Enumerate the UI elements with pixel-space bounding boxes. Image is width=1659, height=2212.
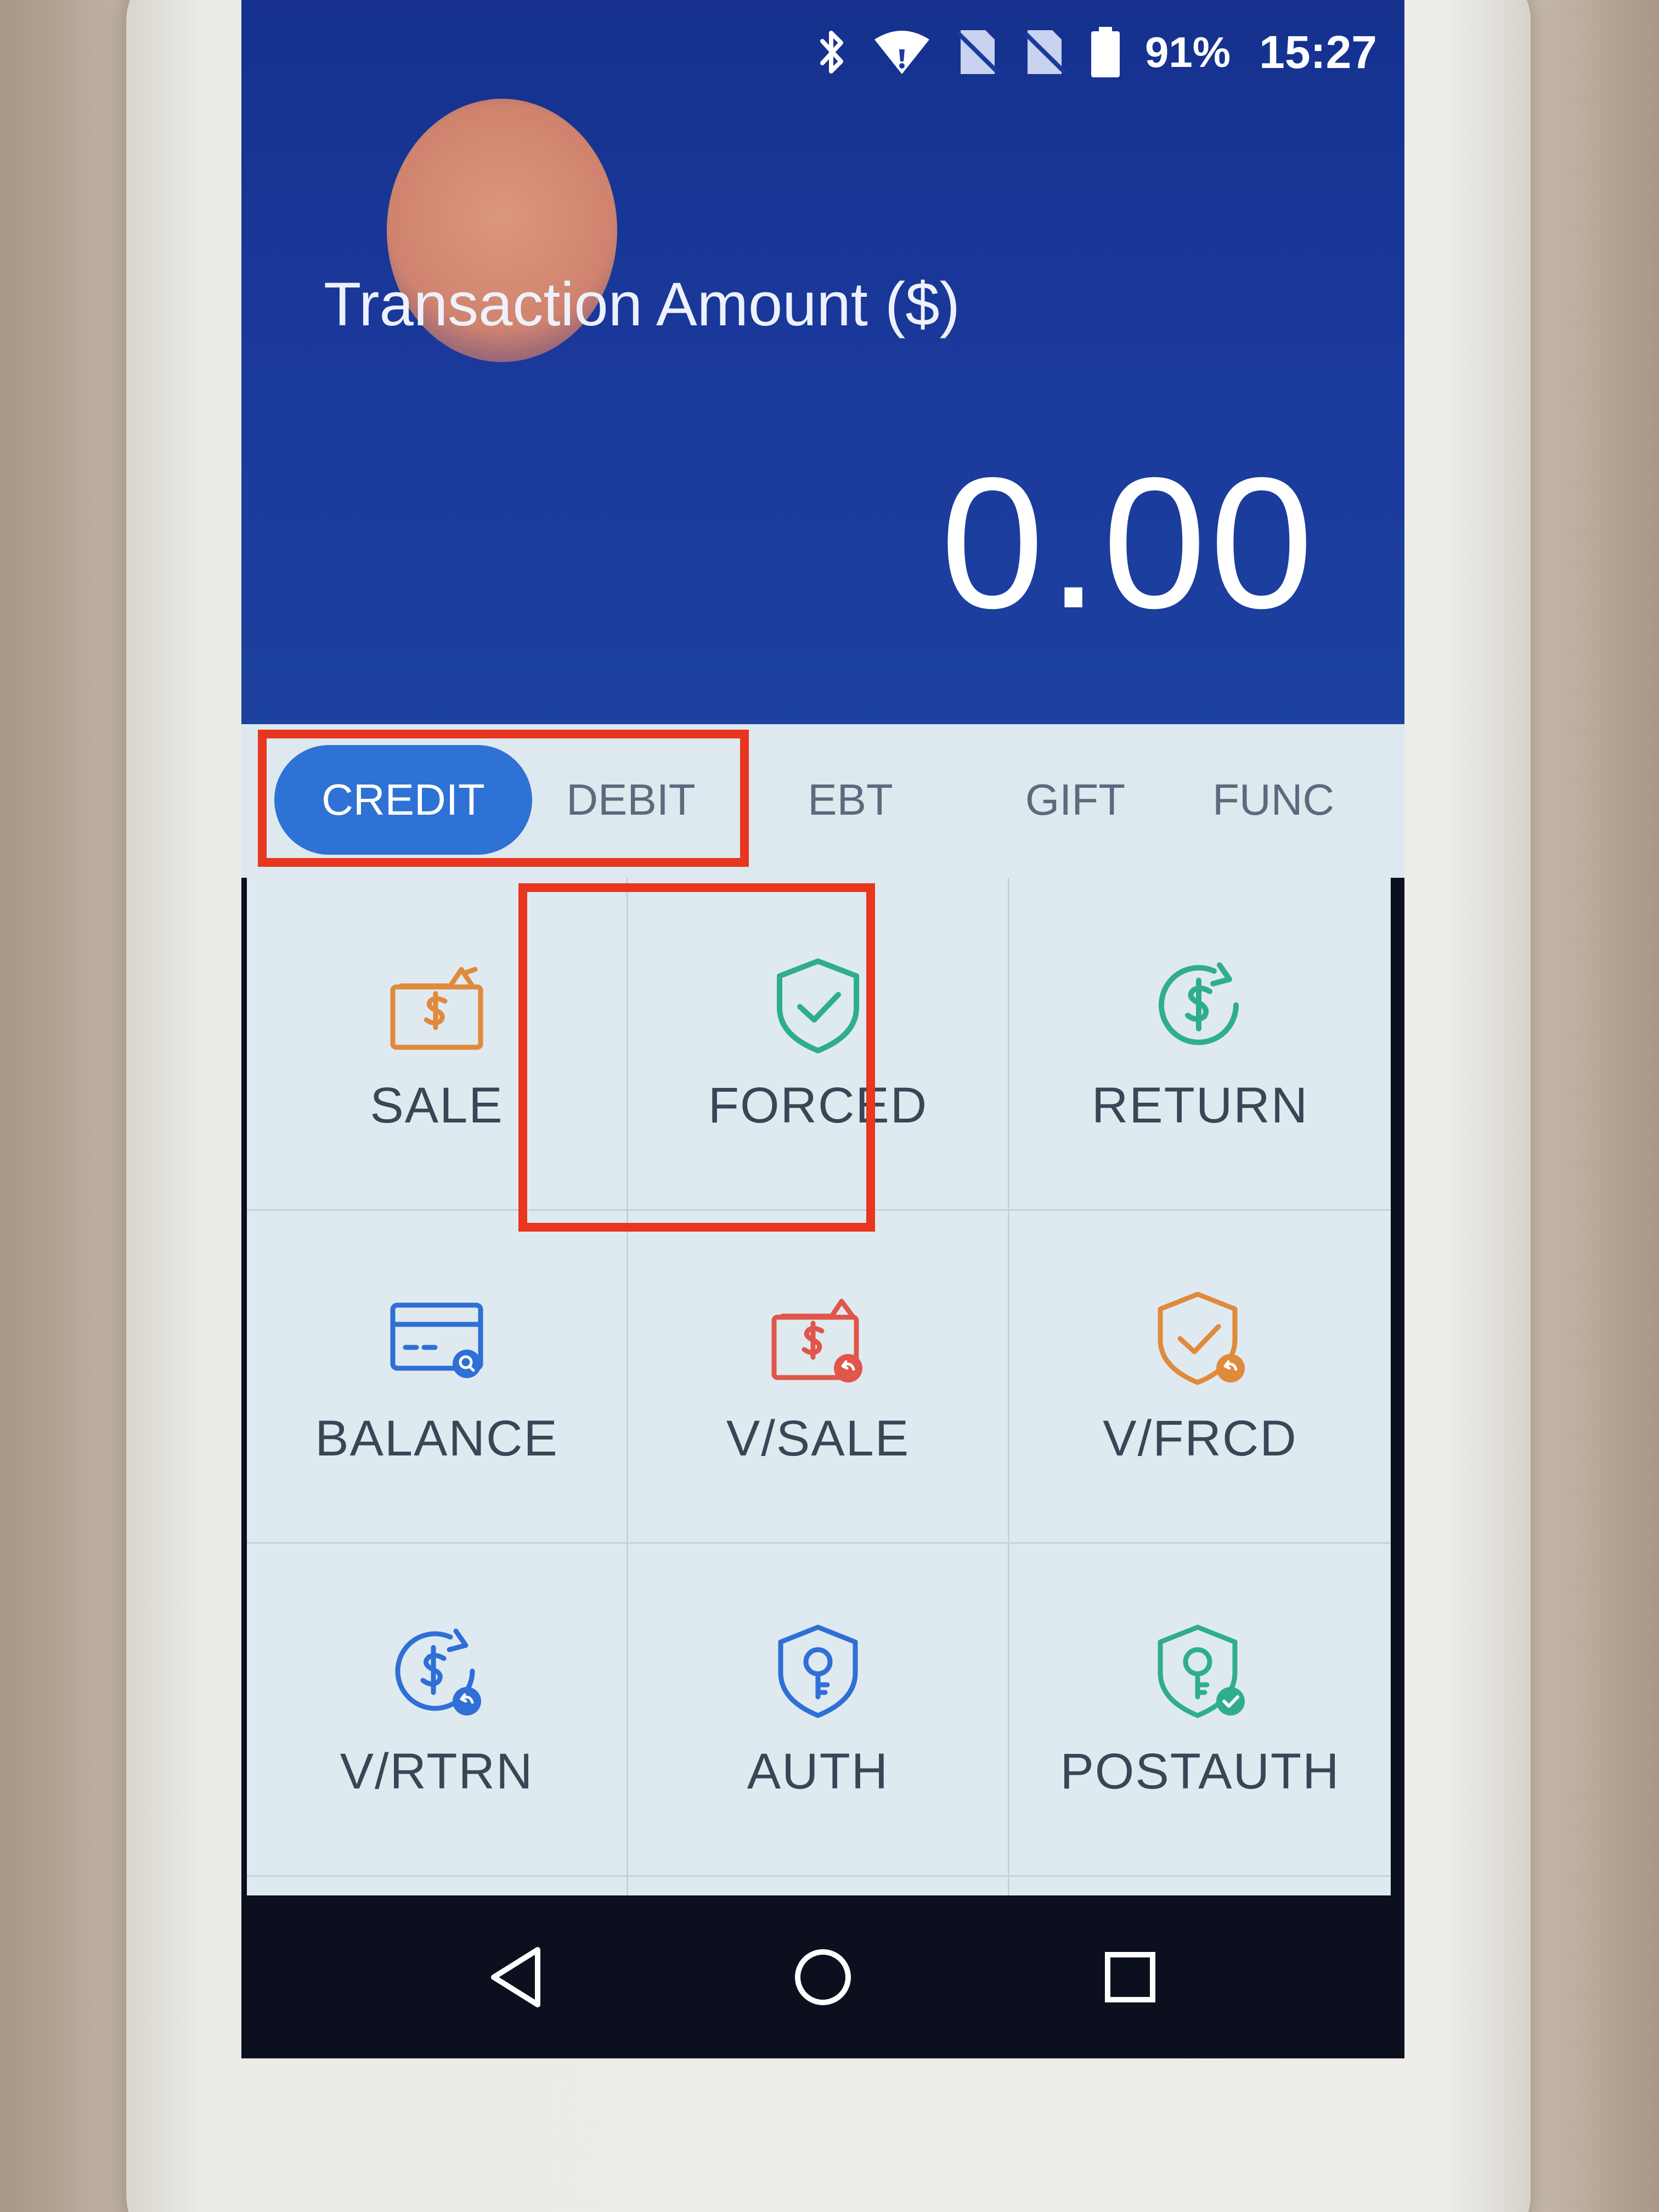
balance-label: BALANCE	[315, 1410, 558, 1466]
tab-func[interactable]: FUNC	[1212, 745, 1404, 855]
grid-overflow-cell	[628, 1877, 1009, 1895]
shield-key-icon	[766, 1619, 870, 1723]
amount-value[interactable]: 0.00	[940, 450, 1317, 636]
void-return-label: V/RTRN	[340, 1743, 534, 1799]
amount-header: 91% 15:27 Transaction Amount ($) 0.00	[241, 0, 1404, 724]
void-return-button[interactable]: V/RTRN	[247, 1544, 628, 1877]
wifi-icon	[872, 27, 932, 77]
void-forced-label: V/FRCD	[1103, 1410, 1297, 1466]
shield-void-icon	[1148, 1286, 1252, 1390]
grid-overflow-cell	[247, 1877, 628, 1895]
clock: 15:27	[1259, 26, 1377, 78]
bluetooth-icon	[816, 27, 849, 77]
back-icon[interactable]	[472, 1933, 560, 2021]
void-sale-button[interactable]: V/SALE	[628, 1211, 1009, 1544]
dollar-void-icon	[385, 1619, 489, 1723]
android-nav-bar	[241, 1895, 1404, 2058]
status-bar: 91% 15:27	[816, 22, 1377, 82]
battery-icon	[1089, 26, 1122, 78]
highlight-box-sale	[518, 883, 875, 1232]
balance-button[interactable]: BALANCE	[247, 1211, 628, 1544]
postauth-label: POSTAUTH	[1060, 1743, 1340, 1799]
highlight-box-tabs	[258, 730, 749, 867]
auth-label: AUTH	[747, 1743, 889, 1799]
wallet-void-icon	[766, 1286, 870, 1390]
battery-percent: 91%	[1145, 27, 1231, 76]
tab-ebt[interactable]: EBT	[768, 745, 933, 855]
grid-overflow-cell	[1009, 1877, 1391, 1895]
no-sim-icon	[1022, 27, 1066, 77]
shield-key-check-icon	[1148, 1619, 1252, 1723]
return-label: RETURN	[1091, 1077, 1309, 1133]
sale-label: SALE	[370, 1077, 504, 1133]
auth-button[interactable]: AUTH	[628, 1544, 1009, 1877]
void-sale-label: V/SALE	[726, 1410, 910, 1466]
device-screen: 91% 15:27 Transaction Amount ($) 0.00 CR…	[241, 0, 1404, 2058]
return-button[interactable]: RETURN	[1009, 878, 1391, 1211]
recents-icon[interactable]	[1086, 1933, 1174, 2021]
no-sim-icon	[955, 27, 1000, 77]
dollar-refresh-icon	[1148, 953, 1252, 1057]
card-search-icon	[385, 1286, 489, 1390]
void-forced-button[interactable]: V/FRCD	[1009, 1211, 1391, 1544]
postauth-button[interactable]: POSTAUTH	[1009, 1544, 1391, 1877]
amount-label: Transaction Amount ($)	[324, 270, 960, 338]
home-icon[interactable]	[779, 1933, 867, 2021]
wallet-dollar-icon	[385, 953, 489, 1057]
tab-gift[interactable]: GIFT	[977, 745, 1174, 855]
